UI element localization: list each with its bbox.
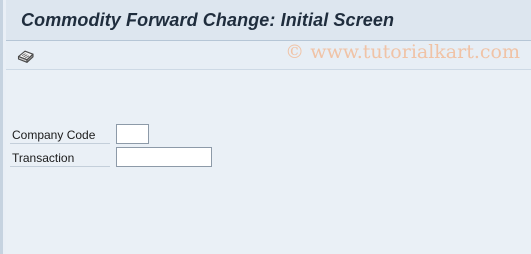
company-code-input[interactable] — [116, 124, 149, 144]
transaction-label: Transaction — [12, 151, 75, 165]
company-code-label-underline — [10, 143, 110, 144]
sap-window: Commodity Forward Change: Initial Screen… — [0, 0, 531, 254]
selection-screen: Company Code Transaction — [6, 70, 531, 254]
other-object-icon — [17, 50, 34, 63]
title-bar: Commodity Forward Change: Initial Screen — [6, 0, 531, 41]
company-code-row: Company Code — [10, 124, 530, 144]
transaction-label-underline — [10, 166, 110, 167]
other-object-button[interactable] — [16, 46, 36, 65]
company-code-label: Company Code — [12, 128, 96, 142]
watermark: © www.tutorialkart.com — [285, 41, 520, 63]
transaction-input[interactable] — [116, 147, 212, 167]
transaction-row: Transaction — [10, 147, 530, 167]
page-title: Commodity Forward Change: Initial Screen — [21, 10, 395, 30]
application-toolbar: © www.tutorialkart.com — [6, 41, 531, 70]
